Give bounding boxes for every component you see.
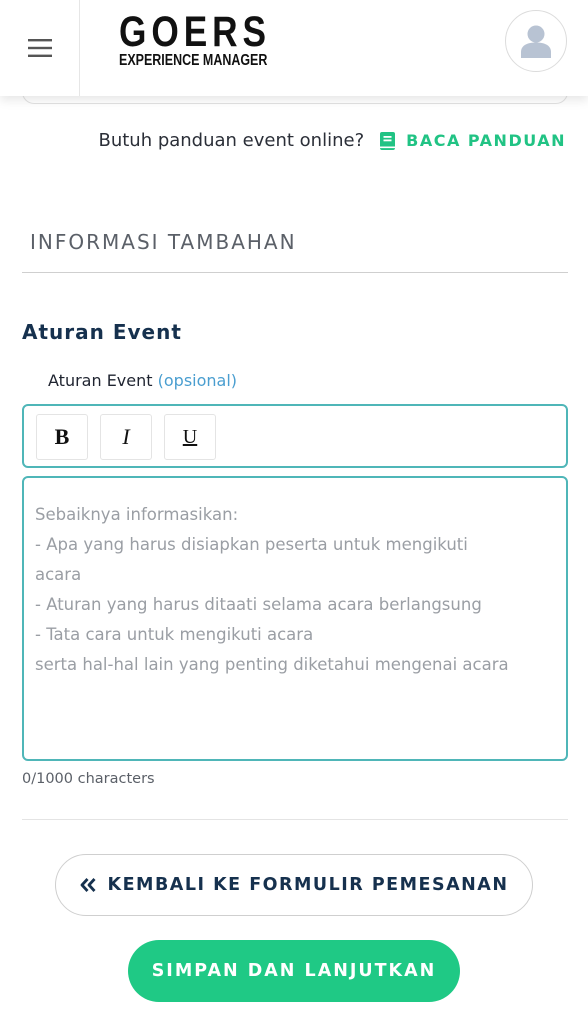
logo-sub-text: EXPERIENCE MANAGER xyxy=(119,52,268,69)
aturan-event-editor[interactable]: Sebaiknya informasikan: - Apa yang harus… xyxy=(22,476,568,761)
read-guide-link[interactable]: BACA PANDUAN xyxy=(406,131,566,150)
user-avatar-button[interactable] xyxy=(505,10,567,72)
back-button-label: KEMBALI KE FORMULIR PEMESANAN xyxy=(107,875,509,895)
character-counter: 0/1000 characters xyxy=(22,771,155,787)
placeholder-line: Sebaiknya informasikan: xyxy=(35,505,239,524)
bold-button[interactable]: B xyxy=(36,414,88,460)
aturan-event-label: Aturan Event (opsional) xyxy=(48,371,237,390)
editor-toolbar: B I U xyxy=(22,404,568,468)
app-header: GOERS EXPERIENCE MANAGER xyxy=(0,0,588,96)
section-title: INFORMASI TAMBAHAN xyxy=(22,230,568,273)
underline-button[interactable]: U xyxy=(164,414,216,460)
aturan-event-heading: Aturan Event xyxy=(22,320,182,344)
guide-question: Butuh panduan event online? xyxy=(98,130,365,151)
optional-tag: (opsional) xyxy=(157,371,238,390)
menu-button[interactable] xyxy=(0,0,80,96)
divider xyxy=(22,819,568,820)
double-chevron-left-icon xyxy=(80,878,96,892)
italic-button[interactable]: I xyxy=(100,414,152,460)
back-to-order-form-button[interactable]: KEMBALI KE FORMULIR PEMESANAN xyxy=(55,854,533,916)
placeholder-line: - Aturan yang harus ditaati selama acara… xyxy=(35,595,482,614)
save-and-continue-button[interactable]: SIMPAN DAN LANJUTKAN xyxy=(128,940,460,1002)
event-form-page: GOERS EXPERIENCE MANAGER Butuh panduan e… xyxy=(0,0,588,1024)
placeholder-line: serta hal-hal lain yang penting diketahu… xyxy=(35,655,509,674)
logo-main-text: GOERS xyxy=(119,8,271,56)
guide-row: Butuh panduan event online? BACA PANDUAN xyxy=(98,130,566,151)
placeholder-line: - Tata cara untuk mengikuti acara xyxy=(35,625,314,644)
user-avatar-icon xyxy=(521,25,551,58)
hamburger-menu-icon xyxy=(27,39,52,57)
placeholder-line: acara xyxy=(35,565,82,584)
aturan-event-label-text: Aturan Event xyxy=(48,371,153,390)
book-icon[interactable] xyxy=(380,131,396,150)
placeholder-line: - Apa yang harus disiapkan peserta untuk… xyxy=(35,535,468,554)
goers-logo[interactable]: GOERS EXPERIENCE MANAGER xyxy=(119,8,309,69)
